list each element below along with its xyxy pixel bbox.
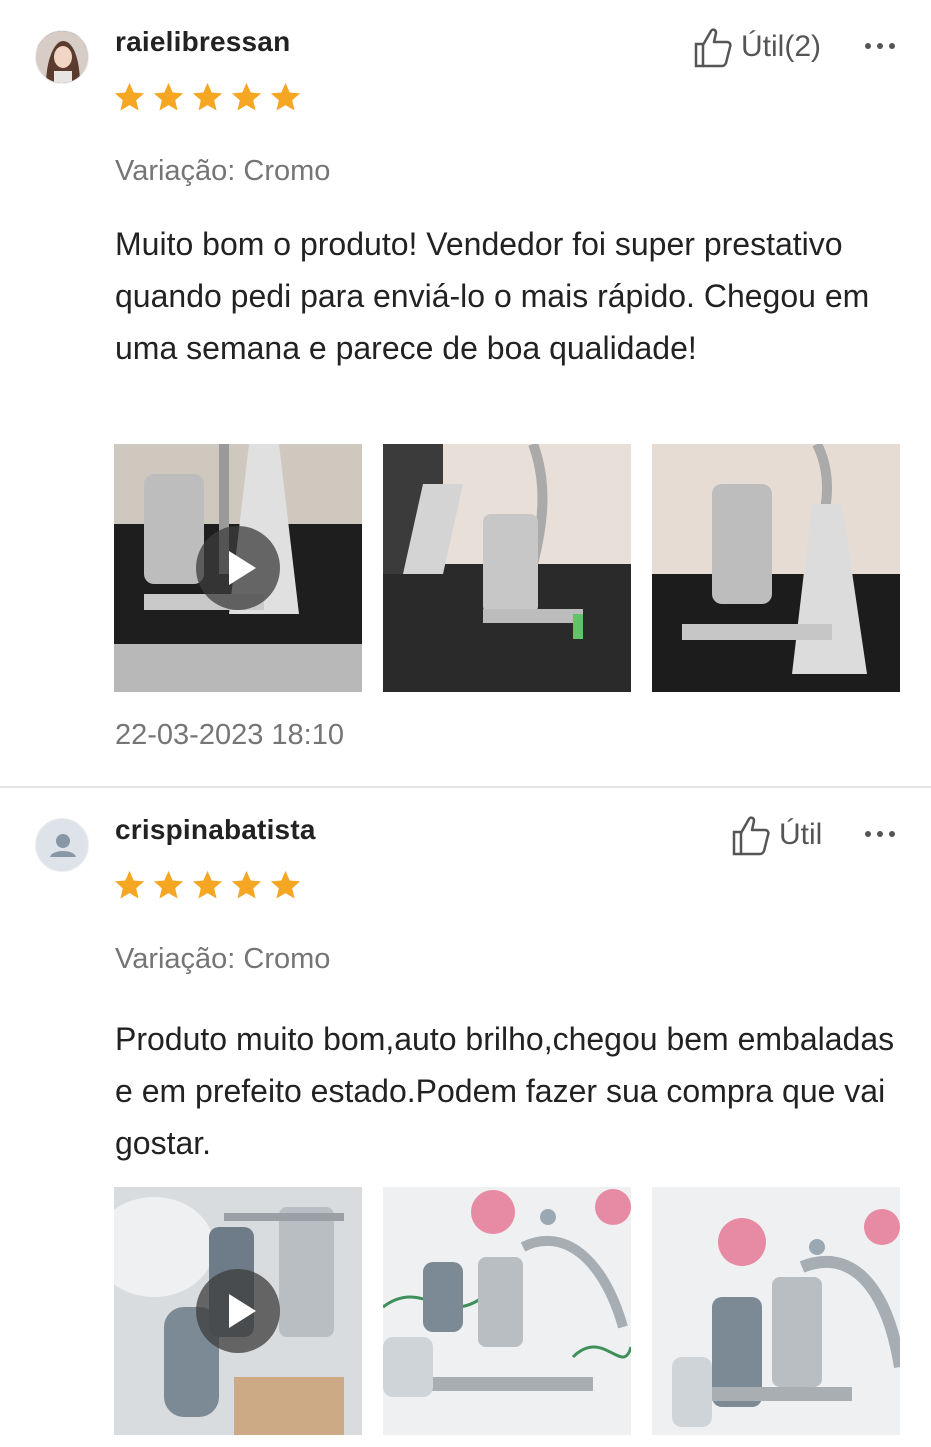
review-card: crispinabatista Útil Variação: Cromo Pro… [0, 788, 931, 1447]
thumbs-up-icon [694, 28, 732, 68]
star-icon [231, 82, 262, 111]
user-avatar[interactable] [35, 30, 89, 84]
star-icon [270, 870, 301, 899]
star-icon [192, 82, 223, 111]
faucet-filter-photo [383, 1187, 631, 1435]
review-text: Produto muito bom,auto brilho,chegou bem… [115, 1021, 895, 1161]
media-gallery [114, 1187, 900, 1435]
star-icon [231, 870, 262, 899]
review-video-thumbnail[interactable] [114, 444, 362, 692]
helpful-button[interactable]: Útil [731, 814, 822, 856]
review-card: raielibressan Útil(2) Variação: Cromo Mu… [0, 0, 931, 787]
helpful-button[interactable]: Útil(2) [693, 26, 821, 68]
review-photo-thumbnail[interactable] [383, 1187, 631, 1435]
star-rating [112, 868, 303, 903]
star-icon [153, 870, 184, 899]
review-timestamp: 22-03-2023 18:10 [115, 719, 344, 751]
play-icon[interactable] [196, 526, 280, 610]
thumbs-up-icon [732, 816, 770, 856]
review-photo-thumbnail[interactable] [383, 444, 631, 692]
faucet-photo [383, 444, 631, 692]
faucet-photo [652, 444, 900, 692]
star-icon [114, 82, 145, 111]
review-photo-thumbnail[interactable] [652, 444, 900, 692]
helpful-label: Útil(2) [741, 30, 821, 63]
play-icon[interactable] [196, 1269, 280, 1353]
star-icon [192, 870, 223, 899]
more-options-icon[interactable] [862, 824, 898, 844]
star-icon [153, 82, 184, 111]
variation-label: Variação: Cromo [115, 943, 331, 975]
star-rating [112, 80, 303, 115]
username[interactable]: raielibressan [115, 26, 290, 58]
variation-label: Variação: Cromo [115, 155, 331, 187]
username[interactable]: crispinabatista [115, 814, 316, 846]
helpful-label: Útil [779, 818, 823, 851]
default-user-icon [50, 834, 76, 857]
star-icon [114, 870, 145, 899]
user-avatar[interactable] [35, 818, 89, 872]
more-options-icon[interactable] [862, 36, 898, 56]
review-video-thumbnail[interactable] [114, 1187, 362, 1435]
review-photo-thumbnail[interactable] [652, 1187, 900, 1435]
star-icon [270, 82, 301, 111]
review-text: Muito bom o produto! Vendedor foi super … [115, 226, 870, 366]
faucet-filter-photo [652, 1187, 900, 1435]
media-gallery [114, 444, 900, 692]
avatar-photo [36, 31, 88, 83]
